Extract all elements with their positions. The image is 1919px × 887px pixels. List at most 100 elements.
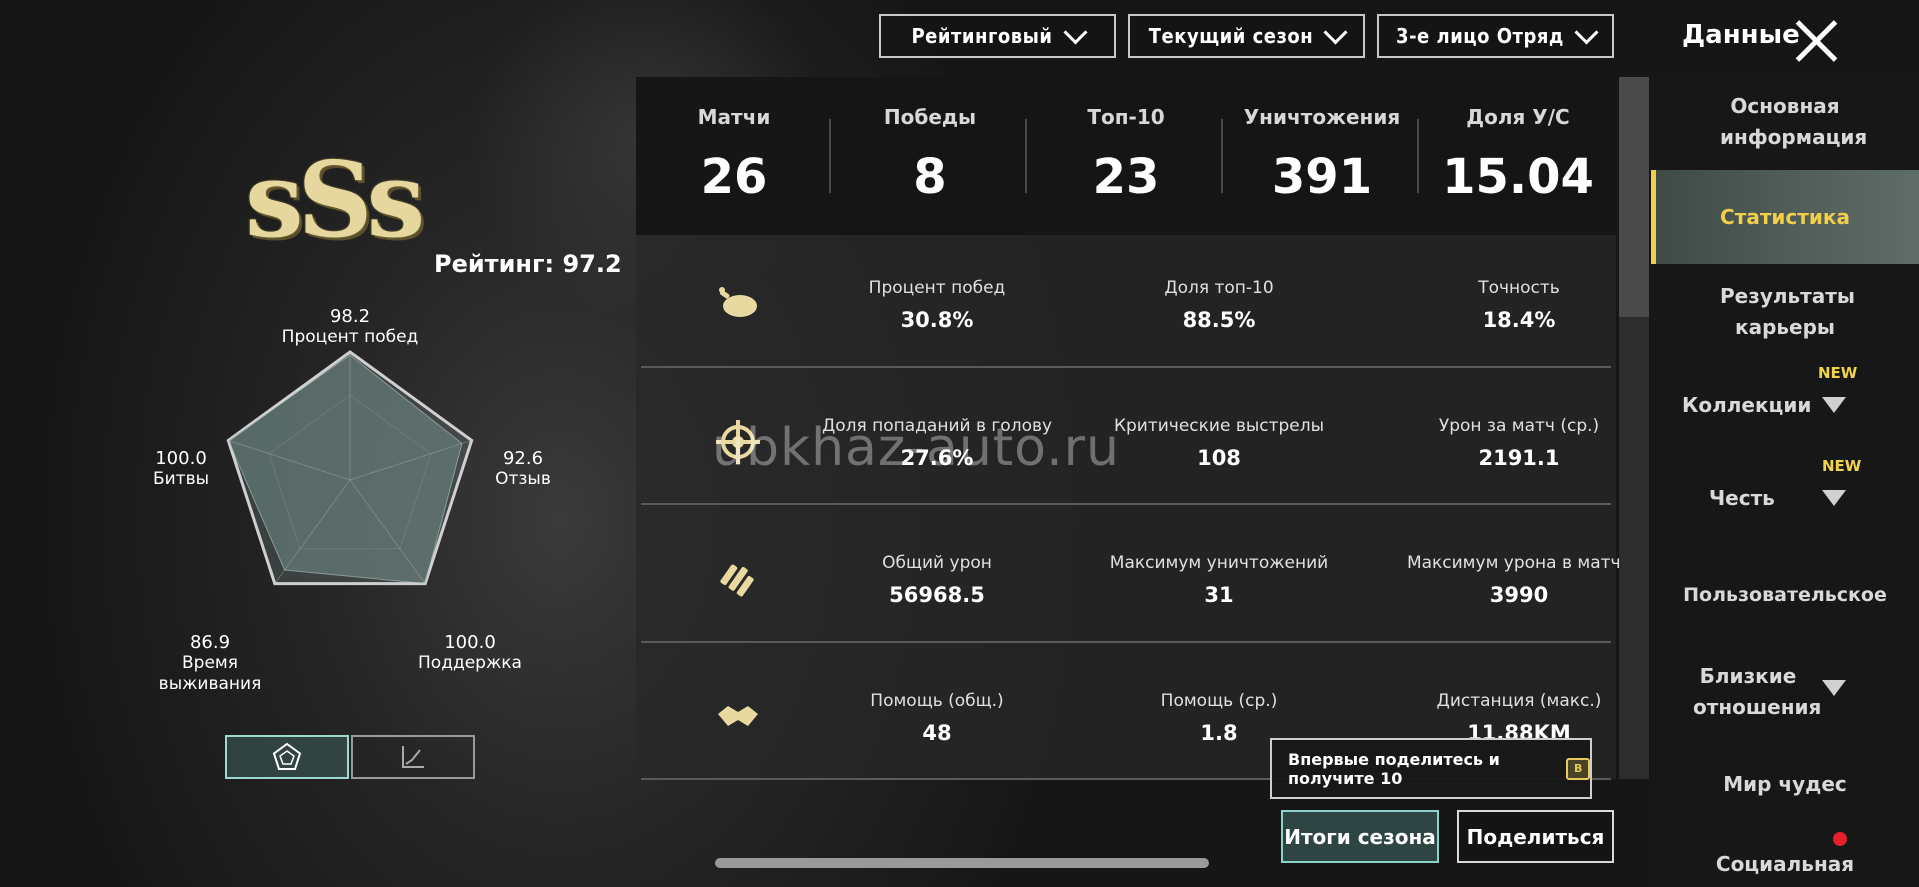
season-dropdown-label: Текущий сезон bbox=[1148, 24, 1314, 48]
rank-tier-badge: sSs bbox=[245, 138, 425, 261]
radar-chart bbox=[226, 350, 474, 586]
row-divider bbox=[641, 641, 1611, 643]
radar-axis-label: Поддержка bbox=[418, 653, 522, 673]
stat-assists-avg: Помощь (ср.) 1.8 bbox=[1069, 691, 1369, 745]
sidebar-item-basic-info[interactable]: Основная информация bbox=[1651, 91, 1919, 153]
perspective-dropdown[interactable]: 3-е лицо Отряд bbox=[1377, 14, 1614, 58]
summary-row: Матчи 26 Победы 8 Топ-10 23 Уничтожения … bbox=[636, 77, 1616, 235]
stat-value: 56968.5 bbox=[889, 583, 985, 607]
sidebar-item-wonder-world[interactable]: Мир чудес bbox=[1651, 769, 1919, 800]
stat-label: Общий урон bbox=[882, 553, 992, 573]
chevron-down-icon bbox=[1822, 490, 1846, 506]
sidebar-item-label: Результаты карьеры bbox=[1720, 284, 1855, 339]
new-badge: NEW bbox=[1818, 364, 1858, 382]
sidebar-item-label: Основная информация bbox=[1720, 94, 1868, 149]
sidebar-item-career-results[interactable]: Результаты карьеры bbox=[1651, 281, 1919, 343]
sidebar-item-custom[interactable]: Пользовательское bbox=[1651, 580, 1919, 611]
watermark: ubkhaz-auto.ru bbox=[712, 418, 1120, 478]
pentagon-icon bbox=[272, 742, 302, 770]
season-results-button[interactable]: Итоги сезона bbox=[1281, 810, 1439, 863]
stat-total-damage: Общий урон 56968.5 bbox=[787, 553, 1087, 607]
stat-label: Доля топ-10 bbox=[1164, 278, 1274, 298]
close-icon[interactable] bbox=[1793, 18, 1839, 64]
stat-value: 30.8% bbox=[900, 308, 974, 332]
chevron-down-icon bbox=[1822, 680, 1846, 696]
handshake-icon bbox=[718, 706, 758, 726]
radar-value: 100.0 bbox=[155, 448, 207, 469]
row-divider bbox=[641, 503, 1611, 505]
radar-label-support: 100.0 Поддержка bbox=[410, 632, 530, 674]
stat-top10-rate: Доля топ-10 88.5% bbox=[1069, 278, 1369, 332]
share-button[interactable]: Поделиться bbox=[1457, 810, 1614, 863]
stat-label: Процент побед bbox=[868, 278, 1006, 298]
home-indicator[interactable] bbox=[715, 858, 1209, 868]
sidebar-item-statistics[interactable]: Статистика bbox=[1651, 202, 1919, 233]
sidebar-item-relationships[interactable]: Близкие отношения bbox=[1651, 661, 1919, 723]
sidebar-item-label: Социальная bbox=[1715, 852, 1855, 876]
stat-win-rate: Процент побед 30.8% bbox=[787, 278, 1087, 332]
summary-value: 26 bbox=[700, 149, 768, 205]
summary-value: 15.04 bbox=[1442, 149, 1594, 205]
divider bbox=[1221, 119, 1223, 193]
summary-label: Победы bbox=[883, 105, 977, 129]
stat-assists-total: Помощь (общ.) 48 bbox=[787, 691, 1087, 745]
radar-axis-label: Битвы bbox=[152, 469, 210, 489]
radar-value: 98.2 bbox=[329, 306, 371, 327]
summary-label: Топ-10 bbox=[1087, 105, 1165, 129]
sidebar-item-label: Статистика bbox=[1720, 205, 1850, 229]
line-chart-icon bbox=[402, 746, 424, 768]
radar-axis-label: Процент побед bbox=[281, 327, 419, 347]
mode-dropdown[interactable]: Рейтинговый bbox=[879, 14, 1116, 58]
chevron-down-icon bbox=[1822, 397, 1846, 413]
stat-value: 48 bbox=[922, 721, 952, 745]
trend-view-button[interactable] bbox=[351, 735, 475, 779]
sidebar-item-label: Честь bbox=[1709, 486, 1775, 510]
radar-label-battles: 100.0 Битвы bbox=[146, 448, 216, 490]
share-tip-text: Впервые поделитесь и получите 10 bbox=[1288, 749, 1500, 788]
divider bbox=[1417, 119, 1419, 193]
stat-label: Помощь (общ.) bbox=[870, 691, 1004, 711]
summary-label: Доля У/С bbox=[1466, 105, 1570, 129]
summary-wins: Победы 8 bbox=[832, 77, 1028, 235]
season-results-label: Итоги сезона bbox=[1284, 824, 1436, 849]
radar-label-recall: 92.6 Отзыв bbox=[478, 448, 568, 490]
summary-value: 8 bbox=[913, 149, 947, 205]
sidebar-item-label: Коллекции bbox=[1682, 393, 1812, 417]
summary-kills: Уничтожения 391 bbox=[1224, 77, 1420, 235]
perspective-dropdown-label: 3-е лицо Отряд bbox=[1396, 24, 1564, 48]
stat-value: 31 bbox=[1204, 583, 1234, 607]
summary-matches: Матчи 26 bbox=[636, 77, 832, 235]
new-badge: NEW bbox=[1822, 457, 1862, 475]
stat-label: Помощь (ср.) bbox=[1160, 691, 1278, 711]
row-divider bbox=[641, 366, 1611, 368]
rating-text: Рейтинг: 97.2 bbox=[434, 250, 622, 278]
radar-axis-label: Отзыв bbox=[495, 469, 551, 489]
share-label: Поделиться bbox=[1466, 824, 1605, 849]
share-tooltip: Впервые поделитесь и получите 10 B bbox=[1270, 738, 1592, 799]
stat-max-kills: Максимум уничтожений 31 bbox=[1069, 553, 1369, 607]
chevron-down-icon bbox=[1062, 19, 1088, 45]
radar-label-survival-time: 86.9 Время выживания bbox=[130, 632, 290, 695]
notification-dot bbox=[1833, 832, 1847, 846]
chevron-down-icon bbox=[1323, 19, 1348, 45]
summary-value: 391 bbox=[1271, 149, 1373, 205]
sidebar-item-collections[interactable]: Коллекции bbox=[1651, 390, 1919, 421]
stat-value: 88.5% bbox=[1182, 308, 1256, 332]
divider bbox=[829, 119, 831, 193]
radar-value: 92.6 bbox=[502, 448, 544, 469]
sidebar-item-label: Близкие отношения bbox=[1693, 664, 1822, 719]
sidebar-item-honor[interactable]: Честь bbox=[1651, 483, 1919, 514]
page-title: Данные bbox=[1682, 20, 1800, 50]
summary-label: Уничтожения bbox=[1243, 105, 1401, 129]
chicken-icon bbox=[719, 287, 757, 317]
divider bbox=[1025, 119, 1027, 193]
summary-kd: Доля У/С 15.04 bbox=[1420, 77, 1616, 235]
radar-view-button[interactable] bbox=[225, 735, 349, 779]
radar-axis-label: Время выживания bbox=[158, 653, 262, 694]
sidebar-item-label: Пользовательское bbox=[1683, 584, 1887, 606]
season-dropdown[interactable]: Текущий сезон bbox=[1128, 14, 1365, 58]
stat-label: Максимум уничтожений bbox=[1109, 553, 1329, 573]
sidebar-item-social[interactable]: Социальная bbox=[1651, 849, 1919, 880]
mode-dropdown-label: Рейтинговый bbox=[911, 24, 1053, 48]
stats-scrollbar-thumb[interactable] bbox=[1619, 77, 1649, 317]
